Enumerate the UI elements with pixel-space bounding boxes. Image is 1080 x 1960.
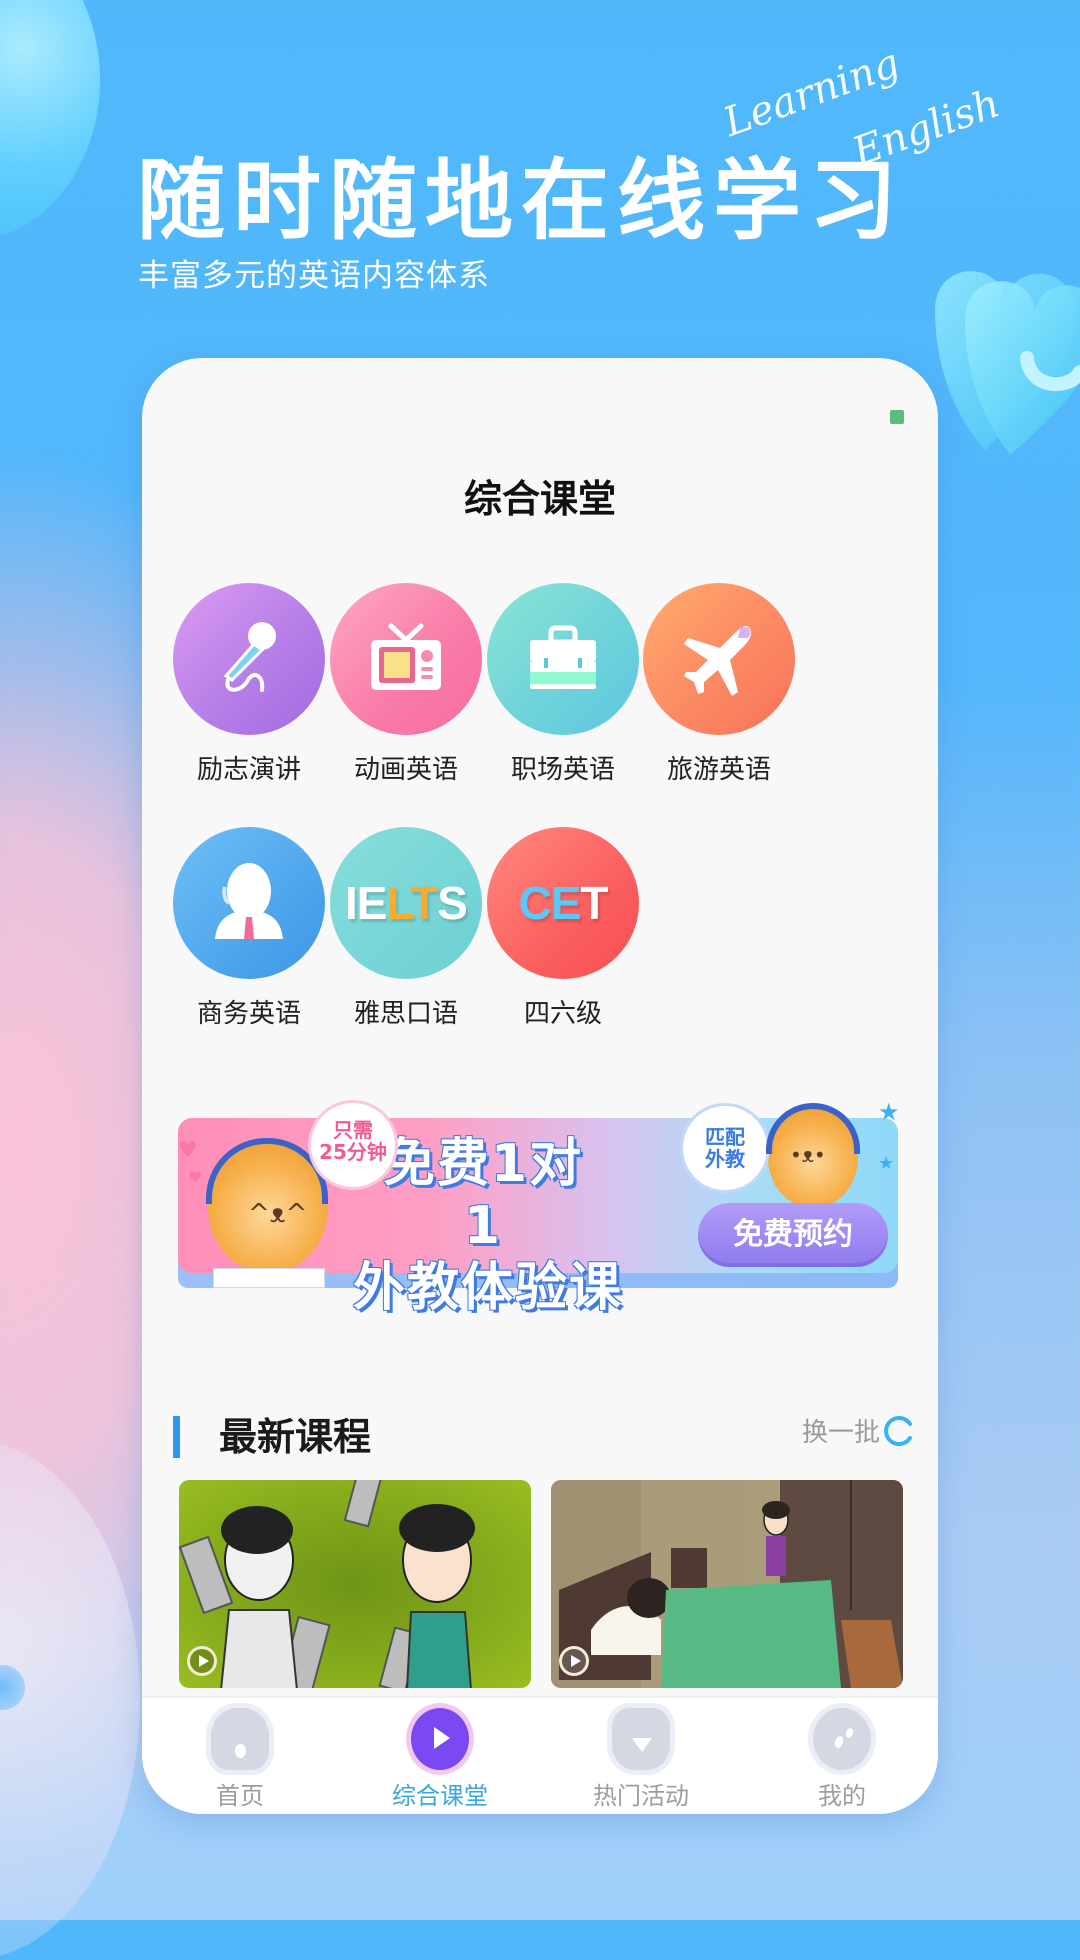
battery-icon — [890, 410, 904, 424]
mascot-face: •ᴥ• — [790, 1143, 826, 1167]
course-card[interactable] — [551, 1480, 903, 1688]
free-booking-button[interactable]: 免费预约 — [698, 1203, 888, 1267]
category-business-english[interactable]: 商务英语 — [169, 827, 329, 1030]
category-label: 职场英语 — [510, 755, 615, 785]
play-icon — [411, 1708, 469, 1770]
microphone-icon — [173, 583, 325, 735]
headline-line: 免费1对1 — [382, 1134, 584, 1256]
badge-text: 外教 — [705, 1147, 745, 1171]
category-label: 动画英语 — [353, 755, 458, 785]
business-person-icon — [173, 827, 325, 979]
category-label: 旅游英语 — [666, 755, 771, 785]
logo-text: IE — [345, 877, 387, 929]
tab-home[interactable]: 首页 — [180, 1708, 300, 1811]
category-label: 商务英语 — [196, 999, 301, 1029]
badge-text: 25分钟 — [319, 1140, 387, 1164]
star-icon: ★ — [878, 1153, 895, 1174]
tab-label: 综合课堂 — [392, 1782, 488, 1810]
badge-text: 匹配 — [705, 1125, 745, 1149]
status-bar — [142, 398, 938, 428]
course-thumbnail — [179, 1480, 475, 1688]
banner-headline: 免费1对1 外教体验课 — [353, 1133, 621, 1319]
category-label: 励志演讲 — [196, 755, 301, 785]
heart-icon: ♥ — [178, 1138, 198, 1163]
refresh-label: 换一批 — [801, 1418, 880, 1448]
heart-icon: ♥ — [188, 1168, 203, 1187]
match-badge: 匹配 外教 — [680, 1103, 770, 1193]
promo-banner[interactable]: ♥ ♥ ★ ★ ^ᴥ^ 只需 25分钟 免费1对1 外教体验课 匹配 外教 •ᴥ… — [178, 1098, 900, 1318]
refresh-icon — [884, 1415, 912, 1446]
home-icon — [211, 1708, 269, 1770]
mascot-face: ^ᴥ^ — [248, 1199, 308, 1229]
logo-text: LT — [386, 877, 438, 929]
hero-subtitle: 丰富多元的英语内容体系 — [138, 258, 490, 294]
badge-text: 只需 — [333, 1118, 373, 1142]
tab-label: 我的 — [818, 1782, 866, 1810]
ielts-logo-icon: IE LT S — [330, 827, 482, 979]
logo-text: T — [580, 877, 608, 929]
tab-hot-events[interactable]: 热门活动 — [581, 1708, 701, 1811]
section-title: 最新课程 — [219, 1415, 372, 1459]
play-icon[interactable] — [187, 1646, 217, 1676]
star-icon: ★ — [878, 1098, 900, 1126]
course-thumbnail — [551, 1480, 903, 1688]
page-title: 综合课堂 — [463, 477, 616, 521]
category-label: 雅思口语 — [353, 999, 458, 1029]
category-motivational-speech[interactable]: 励志演讲 — [169, 583, 329, 786]
latest-courses-header: 最新课程 换一批 — [142, 1398, 938, 1459]
book-icon — [213, 1268, 325, 1288]
headline-line: 外教体验课 — [352, 1258, 623, 1318]
play-icon[interactable] — [559, 1646, 589, 1676]
category-animation-english[interactable]: 动画英语 — [326, 583, 486, 786]
logo-text: S — [437, 877, 468, 929]
phone-screen: 综合课堂 励志演讲 动画英语 职场英语 旅游英语 商务英语 IE LT S 雅思… — [142, 358, 938, 1814]
tab-profile[interactable]: 我的 — [782, 1708, 902, 1811]
briefcase-icon — [487, 583, 639, 735]
profile-icon — [813, 1708, 871, 1770]
logo-text: CE — [518, 877, 581, 929]
tab-classroom[interactable]: 综合课堂 — [380, 1708, 500, 1811]
hero-title: 随时随地在线学习 — [137, 149, 906, 252]
category-travel-english[interactable]: 旅游英语 — [639, 583, 799, 786]
category-label: 四六级 — [523, 999, 602, 1029]
tv-icon — [330, 583, 482, 735]
decorative-bubble — [0, 0, 100, 240]
duration-badge: 只需 25分钟 — [308, 1100, 398, 1190]
section-accent-bar — [173, 1416, 180, 1458]
category-ielts-speaking[interactable]: IE LT S 雅思口语 — [326, 827, 486, 1030]
gift-bag-icon — [612, 1708, 670, 1770]
tab-label: 首页 — [216, 1782, 264, 1810]
cet-logo-icon: CE T — [487, 827, 639, 979]
refresh-button[interactable]: 换一批 — [802, 1412, 916, 1449]
course-card[interactable] — [179, 1480, 531, 1688]
airplane-icon — [643, 583, 795, 735]
category-workplace-english[interactable]: 职场英语 — [483, 583, 643, 786]
category-cet[interactable]: CE T 四六级 — [483, 827, 643, 1030]
bottom-tab-bar: 首页 综合课堂 热门活动 我的 — [142, 1696, 938, 1814]
tab-label: 热门活动 — [593, 1782, 689, 1810]
